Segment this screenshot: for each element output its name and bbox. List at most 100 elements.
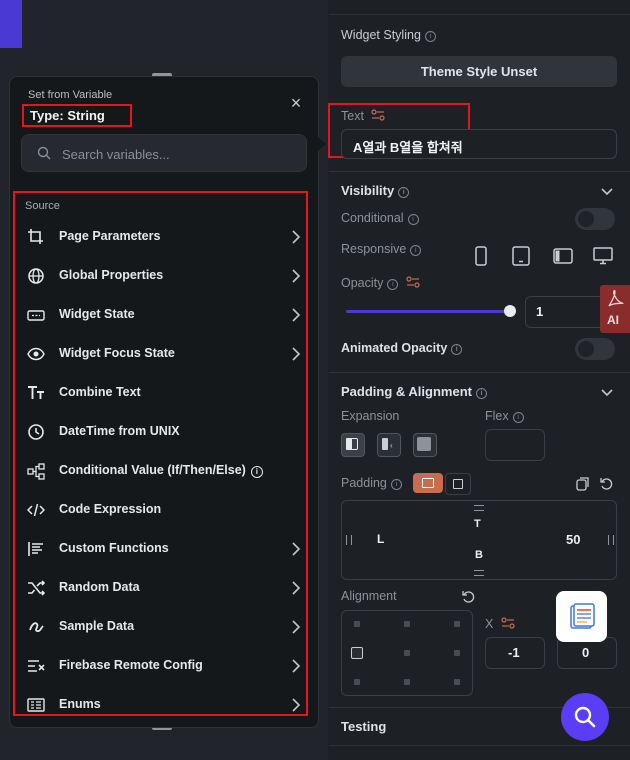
chevron-down-icon[interactable]: [601, 185, 613, 197]
enums-icon: [27, 698, 45, 712]
conditional-label: Conditional i: [341, 211, 419, 225]
info-icon[interactable]: i: [475, 388, 487, 399]
padding-top-handle[interactable]: [474, 505, 484, 511]
opacity-slider-handle[interactable]: [504, 305, 516, 317]
flex-input[interactable]: [485, 429, 545, 461]
info-icon[interactable]: i: [451, 344, 463, 355]
source-item-label: Conditional Value (If/Then/Else) i: [59, 463, 263, 478]
search-box[interactable]: [21, 134, 307, 172]
chevron-right-icon: [292, 698, 301, 712]
notes-app-button[interactable]: [556, 591, 607, 642]
text-label: Text: [341, 109, 386, 123]
reset-icon[interactable]: [461, 590, 475, 604]
desktop-icon[interactable]: [593, 246, 613, 266]
opacity-value: 1: [536, 304, 544, 319]
reset-icon[interactable]: [599, 477, 613, 491]
info-icon[interactable]: i: [407, 214, 419, 225]
padding-right[interactable]: 50: [566, 532, 580, 547]
text-value: A열과 B열을 합쳐줘: [353, 140, 463, 155]
source-item-label: Random Data: [59, 580, 140, 594]
info-icon[interactable]: i: [512, 412, 524, 423]
animated-opacity-label: Animated Opacity i: [341, 341, 463, 355]
padding-bottom[interactable]: B: [475, 549, 483, 561]
source-item-enums[interactable]: Enums: [15, 685, 306, 724]
branch-icon: [27, 463, 45, 480]
crop-icon: [28, 229, 43, 244]
info-icon[interactable]: i: [387, 279, 399, 290]
set-from-variable-popup: Set from Variable Type: String × Source …: [9, 76, 319, 728]
copy-icon[interactable]: [576, 477, 590, 491]
padding-single-side-button[interactable]: [445, 473, 471, 495]
widget-state-icon: [27, 310, 45, 321]
source-item-random-data[interactable]: Random Data: [15, 568, 306, 607]
opacity-label: Opacity i: [341, 276, 420, 290]
source-item-code-expression[interactable]: Code Expression: [15, 490, 306, 529]
source-item-label: Enums: [59, 697, 101, 711]
padding-bottom-handle[interactable]: [474, 570, 484, 576]
popup-pointer: [318, 137, 326, 151]
tablet-icon[interactable]: [511, 246, 531, 266]
close-icon[interactable]: ×: [288, 94, 304, 112]
properties-panel: Widget Styling i Theme Style Unset Text A…: [328, 0, 630, 760]
source-item-widget-focus-state[interactable]: Widget Focus State: [15, 334, 306, 373]
source-item-datetime-from-unix[interactable]: DateTime from UNIX: [15, 412, 306, 451]
canvas-widget-edge: [0, 0, 22, 48]
floating-search-button[interactable]: [561, 693, 609, 741]
expansion-shrink-button[interactable]: ‹: [377, 433, 401, 457]
source-item-firebase-remote-config[interactable]: Firebase Remote Config: [15, 646, 306, 685]
notes-icon: [570, 603, 595, 629]
info-icon[interactable]: i: [250, 466, 263, 478]
animated-opacity-toggle[interactable]: [575, 338, 615, 360]
tablet-landscape-icon[interactable]: [553, 246, 573, 266]
theme-style-button[interactable]: Theme Style Unset: [341, 56, 617, 87]
source-item-label: Global Properties: [59, 268, 164, 282]
visibility-header[interactable]: Visibility i: [341, 183, 410, 198]
chevron-right-icon: [292, 581, 301, 595]
source-item-custom-functions[interactable]: Custom Functions: [15, 529, 306, 568]
padding-right-handle[interactable]: [608, 535, 614, 545]
source-item-combine-text[interactable]: Combine Text: [15, 373, 306, 412]
info-icon[interactable]: i: [398, 187, 410, 198]
padding-label: Padding i: [341, 476, 402, 490]
source-item-widget-state[interactable]: Widget State: [15, 295, 306, 334]
search-variables-input[interactable]: [60, 143, 294, 165]
source-label: Source: [25, 200, 60, 212]
alignment-grid[interactable]: [341, 610, 473, 696]
source-item-label: Sample Data: [59, 619, 135, 633]
chevron-right-icon: [292, 308, 301, 322]
padding-all-sides-button[interactable]: [413, 473, 443, 493]
source-item-label: Widget State: [59, 307, 135, 321]
alignment-selected-marker[interactable]: [351, 647, 363, 659]
info-icon[interactable]: i: [390, 479, 402, 490]
type-label: Type: String: [22, 104, 132, 127]
padding-left-handle[interactable]: [346, 535, 352, 545]
source-item-sample-data[interactable]: Sample Data: [15, 607, 306, 646]
info-icon[interactable]: i: [410, 245, 422, 256]
source-item-global-properties[interactable]: Global Properties: [15, 256, 306, 295]
padding-left[interactable]: L: [377, 532, 384, 546]
source-item-label: Combine Text: [59, 385, 141, 399]
info-icon[interactable]: i: [424, 31, 436, 42]
variable-settings-icon[interactable]: [371, 109, 386, 121]
padding-alignment-header[interactable]: Padding & Alignment i: [341, 384, 487, 399]
chevron-right-icon: [292, 659, 301, 673]
search-icon: [574, 706, 596, 728]
padding-top[interactable]: T: [474, 518, 481, 530]
chevron-down-icon[interactable]: [601, 386, 613, 398]
source-item-page-parameters[interactable]: Page Parameters: [15, 217, 306, 256]
alignment-label: Alignment: [341, 589, 397, 603]
testing-header[interactable]: Testing: [341, 719, 386, 734]
opacity-slider-track[interactable]: [346, 310, 509, 313]
variable-settings-icon[interactable]: [406, 276, 420, 288]
expansion-expanded-button[interactable]: [413, 433, 437, 457]
variable-settings-icon[interactable]: [501, 617, 515, 629]
phone-icon[interactable]: [471, 246, 491, 266]
expansion-label: Expansion: [341, 409, 400, 423]
source-item-label: Custom Functions: [59, 541, 169, 555]
source-item-conditional-value[interactable]: Conditional Value (If/Then/Else) i: [15, 451, 306, 490]
chevron-right-icon: [292, 620, 301, 634]
eye-icon: [27, 347, 45, 361]
pdf-ai-badge[interactable]: AI: [600, 285, 630, 333]
expansion-flexible-button[interactable]: [341, 433, 365, 457]
conditional-toggle[interactable]: [575, 208, 615, 230]
